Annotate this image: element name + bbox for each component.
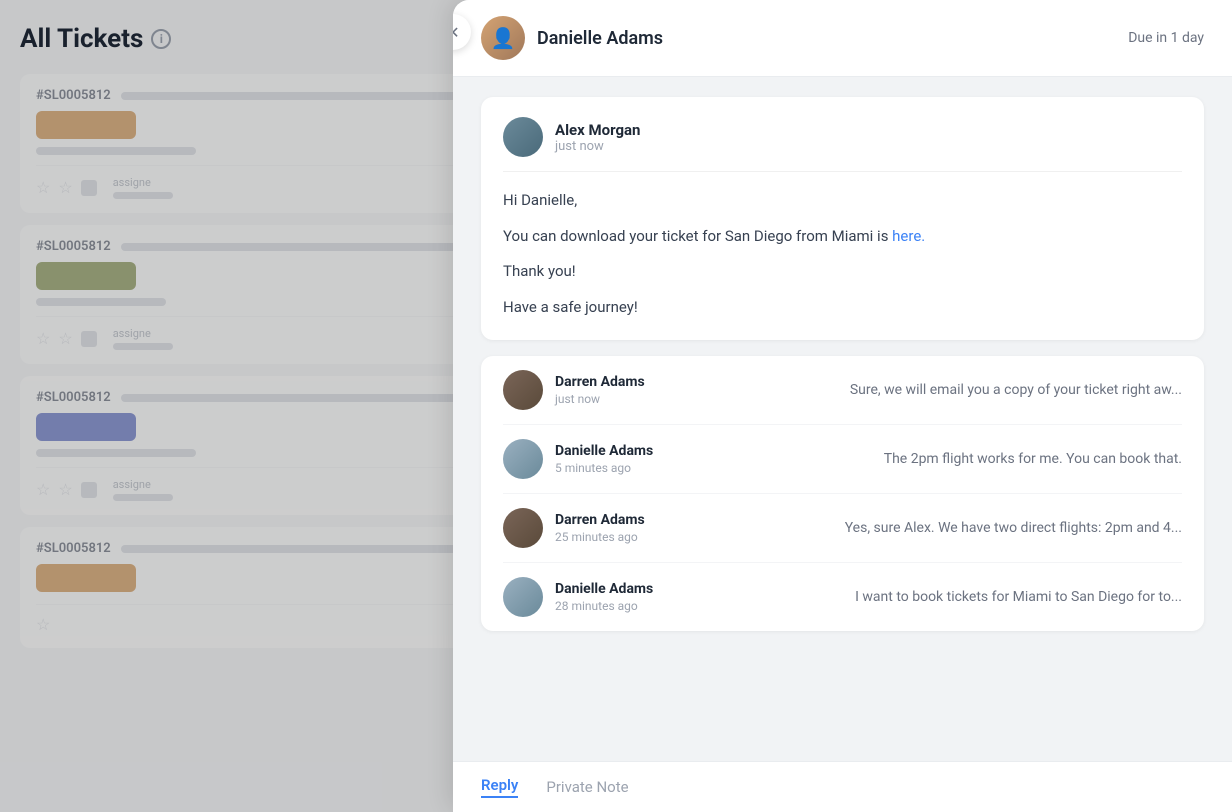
ticket-color-bar (36, 413, 136, 441)
ticket-id: #SL0005812 (36, 239, 111, 254)
message-card: Alex Morgan just now Hi Danielle, You ca… (481, 97, 1204, 340)
here-link[interactable]: here. (892, 227, 925, 245)
due-badge: Due in 1 day (1128, 30, 1204, 46)
convo-time: 28 minutes ago (555, 599, 843, 613)
message-author-name: Alex Morgan (555, 121, 640, 139)
star-icon: ☆ (36, 178, 50, 197)
info-icon: i (151, 29, 171, 49)
convo-info: Danielle Adams 5 minutes ago (555, 443, 872, 475)
convo-time: 5 minutes ago (555, 461, 872, 475)
convo-time: 25 minutes ago (555, 530, 833, 544)
danielle-avatar-1 (503, 439, 543, 479)
title-text: All Tickets (20, 24, 143, 54)
convo-preview: Yes, sure Alex. We have two direct fligh… (845, 520, 1182, 536)
reply-tab[interactable]: Reply (481, 776, 518, 798)
convo-item[interactable]: Danielle Adams 5 minutes ago The 2pm fli… (503, 425, 1182, 494)
convo-item[interactable]: Danielle Adams 28 minutes ago I want to … (503, 563, 1182, 631)
message-card-header: Alex Morgan just now (503, 117, 1182, 172)
header-user: 👤 Danielle Adams (481, 16, 663, 60)
reply-bar: Reply Private Note (453, 761, 1232, 812)
alex-avatar (503, 117, 543, 157)
star-icon: ☆ (36, 615, 50, 634)
ticket-card-bottom: ☆ (36, 604, 469, 634)
square-icon (81, 331, 97, 347)
convo-preview: Sure, we will email you a copy of your t… (850, 382, 1182, 398)
assignee-label: assigne (113, 327, 173, 340)
user-name: Danielle Adams (537, 28, 663, 49)
darren-avatar-1 (503, 370, 543, 410)
ticket-card[interactable]: #SL0005812 ☆ ☆ assigne (20, 74, 485, 213)
tickets-panel: All Tickets i #SL0005812 ☆ ☆ assigne #SL… (0, 0, 505, 812)
message-author-info: Alex Morgan just now (555, 121, 640, 154)
avatar: 👤 (481, 16, 525, 60)
convo-info: Darren Adams 25 minutes ago (555, 512, 833, 544)
avatar-initials: 👤 (491, 26, 516, 50)
ticket-card-bottom: ☆ ☆ assigne (36, 467, 469, 501)
ticket-card[interactable]: #SL0005812 ☆ (20, 527, 485, 648)
ticket-id: #SL0005812 (36, 541, 111, 556)
assignee-label: assigne (113, 176, 173, 189)
ticket-line (121, 394, 469, 402)
ticket-card[interactable]: #SL0005812 ☆ ☆ assigne (20, 376, 485, 515)
ticket-id: #SL0005812 (36, 88, 111, 103)
assignee-block: assigne (113, 478, 173, 501)
convo-author: Darren Adams (555, 374, 838, 390)
star-icon: ☆ (36, 329, 50, 348)
assignee-block: assigne (113, 176, 173, 199)
message-line-3: Thank you! (503, 259, 1182, 285)
ticket-card-top: #SL0005812 (36, 390, 469, 405)
message-line-4: Have a safe journey! (503, 295, 1182, 321)
ticket-color-bar (36, 111, 136, 139)
message-author-time: just now (555, 139, 640, 154)
page-title: All Tickets i (20, 24, 485, 54)
ticket-card-top: #SL0005812 (36, 541, 469, 556)
panel-body: Alex Morgan just now Hi Danielle, You ca… (453, 77, 1232, 752)
ticket-line (121, 92, 469, 100)
ticket-color-bar (36, 564, 136, 592)
convo-time: just now (555, 392, 838, 406)
star-icon: ☆ (58, 178, 72, 197)
ticket-card-bottom: ☆ ☆ assigne (36, 316, 469, 350)
ticket-card[interactable]: #SL0005812 ☆ ☆ assigne (20, 225, 485, 364)
private-note-tab[interactable]: Private Note (546, 778, 628, 796)
convo-author: Danielle Adams (555, 443, 872, 459)
ticket-card-bottom: ☆ ☆ assigne (36, 165, 469, 199)
convo-info: Darren Adams just now (555, 374, 838, 406)
star-icon: ☆ (36, 480, 50, 499)
assignee-block: assigne (113, 327, 173, 350)
square-icon (81, 482, 97, 498)
convo-author: Darren Adams (555, 512, 833, 528)
ticket-color-bar (36, 262, 136, 290)
ticket-line-long (36, 147, 196, 155)
message-body: Hi Danielle, You can download your ticke… (503, 188, 1182, 320)
detail-panel: ✕ 👤 Danielle Adams Due in 1 day Alex Mor… (453, 0, 1232, 812)
ticket-card-top: #SL0005812 (36, 88, 469, 103)
message-line-1: Hi Danielle, (503, 188, 1182, 214)
star-icon: ☆ (58, 329, 72, 348)
message-line-2: You can download your ticket for San Die… (503, 224, 1182, 250)
ticket-card-top: #SL0005812 (36, 239, 469, 254)
conversation-card: Darren Adams just now Sure, we will emai… (481, 356, 1204, 631)
convo-preview: The 2pm flight works for me. You can boo… (884, 451, 1182, 467)
panel-header: 👤 Danielle Adams Due in 1 day (453, 0, 1232, 77)
ticket-line (121, 545, 469, 553)
square-icon (81, 180, 97, 196)
ticket-id: #SL0005812 (36, 390, 111, 405)
assignee-label: assigne (113, 478, 173, 491)
ticket-line (121, 243, 469, 251)
convo-item[interactable]: Darren Adams just now Sure, we will emai… (503, 356, 1182, 425)
convo-info: Danielle Adams 28 minutes ago (555, 581, 843, 613)
danielle-avatar-2 (503, 577, 543, 617)
darren-avatar-2 (503, 508, 543, 548)
assignee-bar (113, 494, 173, 501)
convo-preview: I want to book tickets for Miami to San … (855, 589, 1182, 605)
assignee-bar (113, 192, 173, 199)
assignee-bar (113, 343, 173, 350)
convo-item[interactable]: Darren Adams 25 minutes ago Yes, sure Al… (503, 494, 1182, 563)
star-icon: ☆ (58, 480, 72, 499)
ticket-line-long (36, 449, 196, 457)
ticket-line-long (36, 298, 166, 306)
convo-author: Danielle Adams (555, 581, 843, 597)
